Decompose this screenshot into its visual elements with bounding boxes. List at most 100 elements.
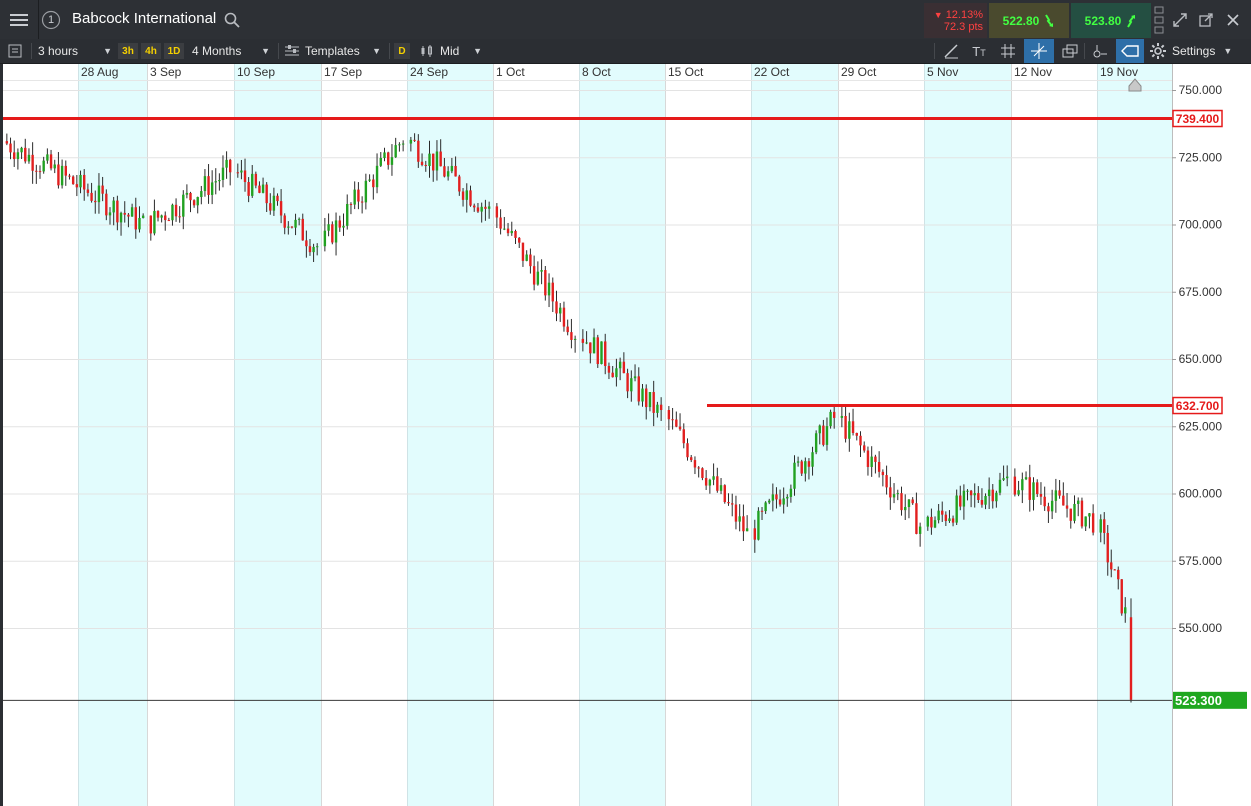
candle-body (243, 170, 247, 183)
expand-icon[interactable] (1168, 0, 1192, 39)
candle-body (656, 404, 659, 413)
candle-body (738, 516, 741, 522)
grid-icon[interactable] (997, 39, 1019, 63)
close-icon[interactable] (1220, 0, 1246, 39)
candle-body (276, 195, 279, 202)
candle-body (42, 160, 45, 172)
candle-body (164, 215, 167, 221)
candle-body (969, 490, 973, 496)
candle-body (659, 404, 663, 411)
candle-body (312, 246, 315, 253)
candle-body (353, 189, 356, 205)
interval-dropdown[interactable]: 3 hours ▼ (38, 39, 116, 63)
candle-body (64, 165, 67, 176)
y-tick-label: 700.000 (1179, 218, 1223, 232)
candle-body (782, 498, 785, 505)
candle-body (874, 456, 877, 462)
candle-body (941, 510, 944, 515)
templates-dropdown[interactable]: Templates ▼ (285, 39, 385, 63)
candle-body (525, 254, 528, 261)
candle-body (31, 154, 34, 171)
chart-list-icon[interactable] (8, 39, 28, 63)
candle-body (315, 246, 319, 248)
range-label: 4 Months (192, 44, 242, 58)
candle-body (918, 526, 922, 534)
candle-body (789, 488, 793, 497)
price-chart[interactable]: 739.400 632.700 523.300 28 Aug 3 Sep 10 Sep 1… (0, 64, 1251, 806)
candle-body (13, 152, 16, 160)
candle-body (287, 226, 290, 228)
candle-body (506, 228, 510, 234)
candle-body (90, 192, 93, 201)
candle-body (1091, 513, 1095, 533)
candle-body (615, 368, 618, 378)
candle-body (592, 337, 596, 354)
candle-body (258, 185, 261, 193)
candle-body (566, 326, 569, 333)
candle-body (141, 215, 145, 218)
candle-body (955, 495, 958, 523)
candle-body (678, 426, 682, 430)
layers-icon[interactable] (1059, 39, 1081, 63)
popout-icon[interactable] (1194, 0, 1218, 39)
x-tick-label: 1 Oct (496, 65, 525, 79)
candle-body (1110, 562, 1113, 570)
candle-body (855, 432, 858, 436)
candle-body (1024, 477, 1028, 480)
candle-body (911, 499, 914, 504)
order-ticket-icon[interactable] (1152, 0, 1166, 39)
candle-body (210, 182, 214, 195)
weekend-band (78, 64, 147, 806)
sell-button[interactable]: 522.80 (989, 3, 1069, 38)
candle-body (778, 499, 782, 505)
candle-body (607, 365, 611, 373)
candle-body (27, 154, 31, 162)
candle-body (1129, 617, 1133, 700)
tag-icon[interactable] (1116, 39, 1144, 63)
candle-body (622, 361, 626, 374)
link-group-icon[interactable]: 1 (38, 0, 64, 39)
candle-body (745, 528, 749, 532)
text-tool-label: T (972, 43, 981, 59)
interval-label: 3 hours (38, 44, 79, 58)
candle-body (495, 206, 499, 218)
candle-body (323, 230, 327, 247)
candle-body (1043, 496, 1046, 507)
candle-body (269, 203, 272, 211)
candle-body (112, 200, 115, 213)
candle-body (547, 282, 551, 296)
menu-icon[interactable] (0, 0, 39, 39)
candle-body (800, 461, 803, 474)
candle-body (626, 373, 629, 392)
candle-body (1103, 519, 1106, 533)
candle-body (105, 193, 108, 216)
candle-body (1047, 506, 1050, 512)
range-dropdown[interactable]: 4 Months ▼ (192, 39, 274, 63)
price-type-dropdown[interactable]: Mid ▼ (420, 39, 486, 63)
candle-body (962, 490, 966, 507)
crosshair-icon[interactable] (1024, 39, 1054, 63)
gear-icon (1150, 43, 1166, 59)
text-tool-icon[interactable]: TT (968, 39, 990, 63)
candle-body (9, 143, 12, 153)
candle-body (926, 516, 930, 527)
candle-body (510, 231, 513, 234)
interval-3h-button[interactable]: 3h (118, 43, 138, 59)
interval-4h-button[interactable]: 4h (141, 43, 161, 59)
candle-body (555, 301, 558, 314)
buy-button[interactable]: 523.80 (1071, 3, 1151, 38)
drawing-tool-icon[interactable] (940, 39, 962, 63)
weekend-bands (78, 64, 1172, 806)
x-tick-label: 17 Sep (324, 65, 362, 79)
candle-body (1106, 532, 1109, 563)
candle-body (1084, 516, 1087, 527)
settings-button[interactable]: Settings ▼ (1150, 39, 1250, 63)
candle-body (364, 180, 368, 203)
interval-1d-button[interactable]: 1D (164, 43, 184, 59)
instrument-title[interactable]: Babcock International (72, 10, 216, 27)
dividend-toggle-button[interactable]: D (394, 43, 410, 59)
candle-body (379, 157, 382, 166)
candle-body (904, 507, 907, 511)
search-icon[interactable] (222, 0, 242, 39)
alert-icon[interactable] (1089, 39, 1111, 63)
